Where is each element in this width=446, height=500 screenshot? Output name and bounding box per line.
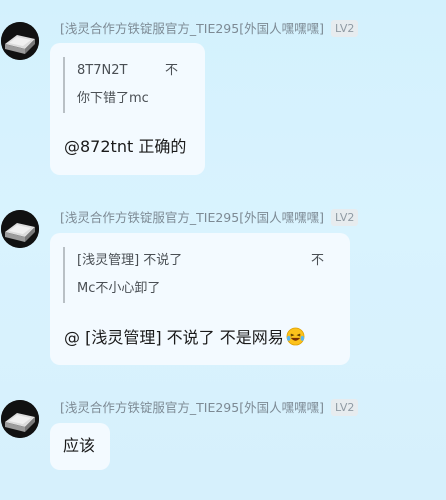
level-badge: LV2: [330, 209, 359, 226]
avatar[interactable]: [1, 210, 39, 248]
avatar[interactable]: [1, 22, 39, 60]
iron-ingot-avatar-icon: [1, 210, 39, 248]
quote-text: 你下错了mc: [77, 91, 149, 106]
message-text-content: @ [浅灵管理] 不说了 不是网易: [64, 328, 284, 347]
message-bubble[interactable]: 8T7N2T 不 你下错了mc @872tnt 正确的: [50, 43, 205, 175]
sender-name-text: [浅灵合作方铁锭服官方_TIE295[外国人嘿嘿嘿]: [60, 21, 324, 36]
quote-recall-label: 不: [311, 253, 325, 268]
level-badge: LV2: [330, 399, 359, 416]
sender-name[interactable]: [浅灵合作方铁锭服官方_TIE295[外国人嘿嘿嘿] LV2: [60, 398, 359, 418]
laughing-tears-emoji-icon: [286, 327, 305, 346]
avatar[interactable]: [1, 400, 39, 438]
quote-author: 8T7N2T: [77, 63, 128, 78]
quote-text: Mc不小心卸了: [77, 281, 161, 296]
sender-name-text: [浅灵合作方铁锭服官方_TIE295[外国人嘿嘿嘿]: [60, 210, 324, 225]
iron-ingot-avatar-icon: [1, 22, 39, 60]
iron-ingot-avatar-icon: [1, 400, 39, 438]
quote-recall-label: 不: [165, 63, 179, 78]
chat-message: [浅灵合作方铁锭服官方_TIE295[外国人嘿嘿嘿] LV2 8T7N2T 不 你…: [0, 0, 446, 180]
message-bubble[interactable]: 应该: [50, 423, 110, 470]
message-text: 应该: [63, 436, 96, 455]
level-badge: LV2: [330, 20, 359, 37]
sender-name[interactable]: [浅灵合作方铁锭服官方_TIE295[外国人嘿嘿嘿] LV2: [60, 19, 359, 39]
message-text: @ [浅灵管理] 不说了 不是网易: [64, 327, 305, 349]
message-text: @872tnt 正确的: [64, 137, 187, 156]
message-bubble[interactable]: [浅灵管理] 不说了 不 Mc不小心卸了 @ [浅灵管理] 不说了 不是网易: [50, 233, 350, 365]
chat-message: [浅灵合作方铁锭服官方_TIE295[外国人嘿嘿嘿] LV2 应该: [0, 380, 446, 480]
quoted-reply[interactable]: [浅灵管理] 不说了 不 Mc不小心卸了: [63, 247, 337, 303]
quoted-reply[interactable]: 8T7N2T 不 你下错了mc: [63, 57, 195, 113]
sender-name-text: [浅灵合作方铁锭服官方_TIE295[外国人嘿嘿嘿]: [60, 400, 324, 415]
chat-message: [浅灵合作方铁锭服官方_TIE295[外国人嘿嘿嘿] LV2 [浅灵管理] 不说了…: [0, 190, 446, 370]
quote-author: [浅灵管理] 不说了: [77, 253, 183, 268]
sender-name[interactable]: [浅灵合作方铁锭服官方_TIE295[外国人嘿嘿嘿] LV2: [60, 208, 359, 228]
